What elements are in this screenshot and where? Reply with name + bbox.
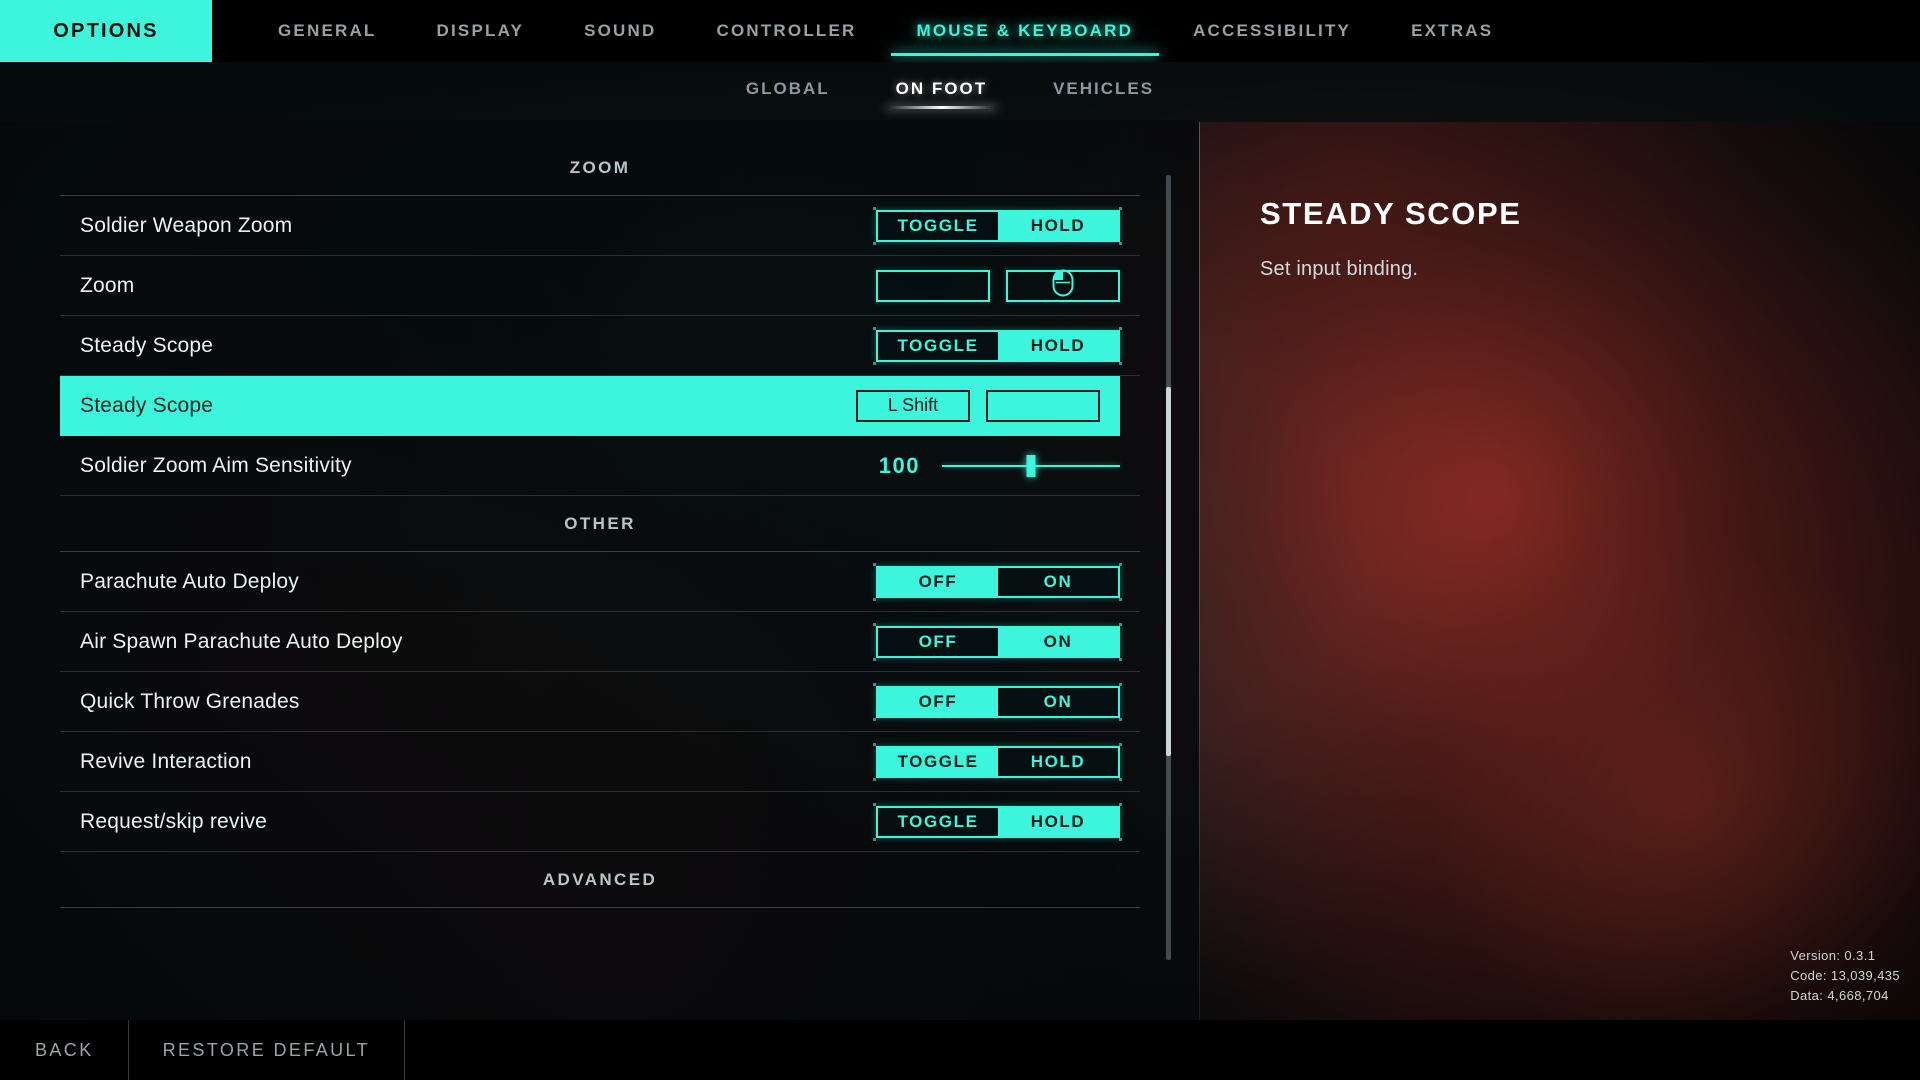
top-navigation-bar: OPTIONS GENERAL DISPLAY SOUND CONTROLLER MOU… [0,0,1920,62]
segmented-switch[interactable]: OFF ON [873,562,1120,601]
main-tab-display[interactable]: DISPLAY [407,0,555,62]
bottom-action-bar: BACK RESTORE DEFAULT [0,1020,1920,1080]
slider-track[interactable] [942,454,1120,477]
slider-control[interactable]: 100 [866,453,1120,479]
setting-control: L Shift [856,389,1100,422]
setting-label: Quick Throw Grenades [80,689,300,713]
setting-label: Steady Scope [80,333,214,357]
sub-tab-list: GLOBAL ON FOOT VEHICLES [0,62,1920,122]
segmented-switch[interactable]: TOGGLE HOLD [873,802,1120,841]
setting-control: TOGGLE HOLD [873,802,1120,841]
segment-option-hold[interactable]: HOLD [998,331,1118,360]
segment-option-on[interactable]: ON [998,688,1118,716]
binding-slot-2[interactable] [986,389,1100,422]
segment-option-hold[interactable]: HOLD [998,807,1118,836]
segment-option-off[interactable]: OFF [878,687,998,716]
setting-label: Soldier Zoom Aim Sensitivity [80,453,352,477]
segment-option-on[interactable]: ON [998,568,1118,596]
detail-panel: STEADY SCOPE Set input binding. [1260,196,1860,281]
slider-value: 100 [878,452,920,478]
version-number: Version: 0.3.1 [1790,947,1876,963]
segmented-switch[interactable]: OFF ON [873,682,1120,721]
setting-control: OFF ON [873,622,1120,661]
section-header-other: OTHER [60,496,1140,552]
setting-row-quick-throw-grenades[interactable]: Quick Throw Grenades OFF ON [60,672,1140,732]
binding-value: L Shift [887,395,939,415]
setting-row-zoom[interactable]: Zoom [60,256,1140,316]
main-tab-accessibility[interactable]: ACCESSIBILITY [1163,0,1381,62]
setting-label: Revive Interaction [80,749,252,773]
main-tab-controller[interactable]: CONTROLLER [686,0,886,62]
segment-option-toggle[interactable]: TOGGLE [878,808,998,836]
segment-option-hold[interactable]: HOLD [998,748,1118,776]
segment-option-toggle[interactable]: TOGGLE [878,212,998,240]
sub-tab-global[interactable]: GLOBAL [736,75,840,109]
sub-tab-vehicles[interactable]: VEHICLES [1043,75,1164,109]
data-number: Data: 4,668,704 [1790,987,1889,1003]
restore-default-button[interactable]: RESTORE DEFAULT [129,1020,405,1080]
setting-row-soldier-weapon-zoom[interactable]: Soldier Weapon Zoom TOGGLE HOLD [60,196,1140,256]
setting-label: Zoom [80,273,135,297]
detail-title: STEADY SCOPE [1260,196,1522,231]
main-tab-list: GENERAL DISPLAY SOUND CONTROLLER MOUSE & KEY… [212,0,1920,62]
binding-slot-1[interactable]: L Shift [856,389,970,422]
segmented-switch[interactable]: TOGGLE HOLD [873,326,1120,365]
segment-option-off[interactable]: OFF [878,628,998,656]
segment-option-toggle[interactable]: TOGGLE [878,332,998,360]
settings-scrollbar-track[interactable] [1166,175,1171,960]
setting-row-steady-scope[interactable]: Steady Scope TOGGLE HOLD [60,316,1140,376]
segmented-switch[interactable]: TOGGLE HOLD [873,742,1120,781]
setting-control: TOGGLE HOLD [873,742,1120,781]
options-badge: OPTIONS [0,0,212,62]
setting-row-steady-scope[interactable]: Steady Scope L Shift [60,376,1120,436]
main-tab-general[interactable]: GENERAL [248,0,407,62]
setting-label: Air Spawn Parachute Auto Deploy [80,629,403,653]
main-tab-sound[interactable]: SOUND [554,0,686,62]
binding-slot-1[interactable] [876,269,990,302]
version-info: Version: 0.3.1 Code: 13,039,435 Data: 4,… [1790,946,1900,1006]
back-button[interactable]: BACK [0,1020,129,1080]
setting-control: OFF ON [873,682,1120,721]
options-screen: OPTIONS GENERAL DISPLAY SOUND CONTROLLER MOU… [0,0,1920,1080]
setting-row-air-spawn-parachute-auto-deploy[interactable]: Air Spawn Parachute Auto Deploy OFF ON [60,612,1140,672]
main-tab-mouse-keyboard[interactable]: MOUSE & KEYBOARD [887,0,1164,62]
segment-option-on[interactable]: ON [998,627,1118,656]
segmented-switch[interactable]: TOGGLE HOLD [873,206,1120,245]
binding-slot-2[interactable] [1006,269,1120,302]
panel-divider [1199,122,1200,1020]
setting-row-revive-interaction[interactable]: Revive Interaction TOGGLE HOLD [60,732,1140,792]
settings-scrollbar-thumb[interactable] [1166,386,1171,756]
section-header-zoom: ZOOM [60,140,1140,196]
settings-list: ZOOM Soldier Weapon Zoom TOGGLE HOLD Zoom Ste… [60,140,1140,970]
section-header-advanced: ADVANCED [60,852,1140,908]
slider-handle[interactable] [1026,454,1036,477]
segment-option-off[interactable]: OFF [878,567,998,596]
detail-description: Set input binding. [1260,258,1419,280]
setting-control: 100 [866,453,1120,479]
setting-row-soldier-zoom-aim-sensitivity[interactable]: Soldier Zoom Aim Sensitivity 100 [60,436,1140,496]
setting-label: Soldier Weapon Zoom [80,213,293,237]
setting-control: TOGGLE HOLD [873,206,1120,245]
segment-option-hold[interactable]: HOLD [998,211,1118,240]
segment-option-toggle[interactable]: TOGGLE [878,747,998,776]
binding-slots [876,269,1120,302]
setting-control [876,269,1120,302]
setting-control: TOGGLE HOLD [873,326,1120,365]
setting-label: Steady Scope [80,393,214,417]
code-number: Code: 13,039,435 [1790,967,1900,983]
setting-label: Request/skip revive [80,809,268,833]
setting-row-request-skip-revive[interactable]: Request/skip revive TOGGLE HOLD [60,792,1140,852]
setting-row-parachute-auto-deploy[interactable]: Parachute Auto Deploy OFF ON [60,552,1140,612]
setting-label: Parachute Auto Deploy [80,569,300,593]
segmented-switch[interactable]: OFF ON [873,622,1120,661]
binding-slots: L Shift [856,389,1100,422]
sub-tab-on-foot[interactable]: ON FOOT [885,75,998,109]
mouse-left-button-icon [1052,269,1074,302]
setting-control: OFF ON [873,562,1120,601]
main-tab-extras[interactable]: EXTRAS [1381,0,1523,62]
